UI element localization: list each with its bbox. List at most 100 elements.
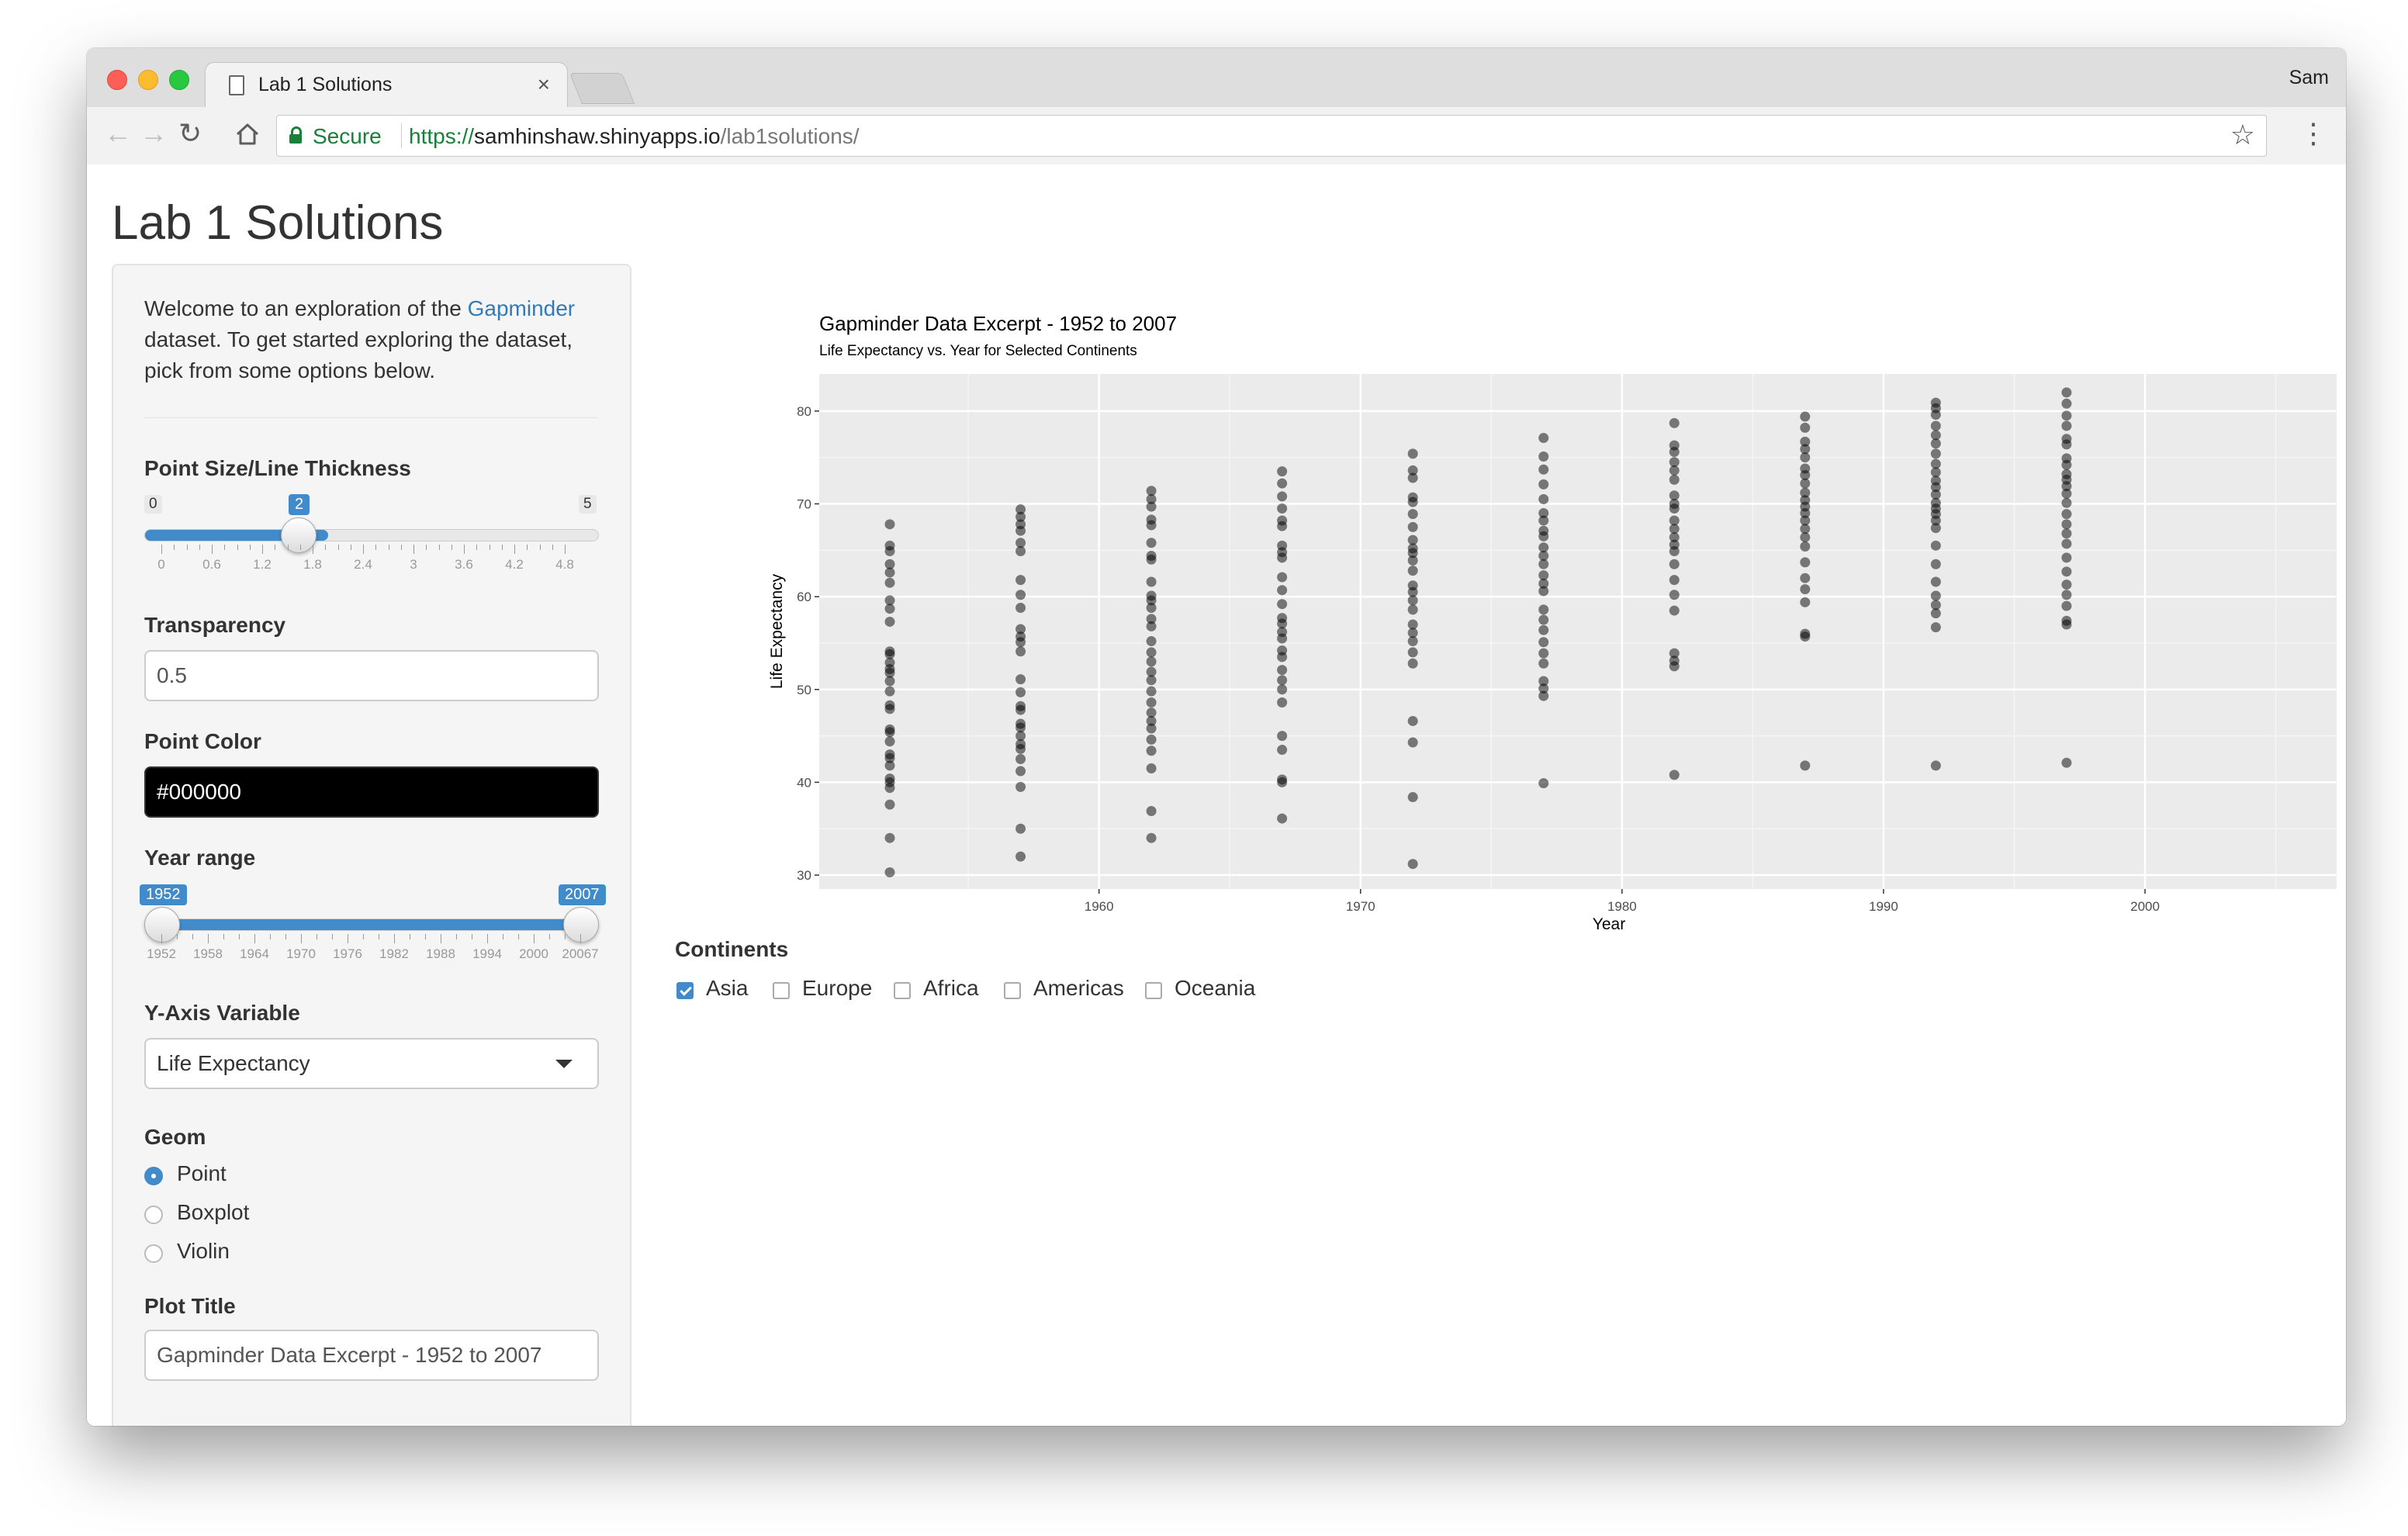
data-point xyxy=(1538,676,1549,687)
continent-label-europe[interactable]: Europe xyxy=(802,976,872,1001)
year-range-label: Year range xyxy=(144,846,256,870)
slider-tick-label: 1988 xyxy=(426,946,455,961)
continent-label-oceania[interactable]: Oceania xyxy=(1175,976,1255,1001)
continent-label-africa[interactable]: Africa xyxy=(923,976,979,1001)
x-tick-label: 1970 xyxy=(1346,899,1375,914)
point-size-slider[interactable] xyxy=(144,529,599,541)
data-point xyxy=(1930,760,1941,771)
geom-radio-violin[interactable] xyxy=(144,1244,163,1263)
data-point xyxy=(1538,614,1549,625)
forward-icon[interactable]: → xyxy=(140,118,168,149)
gapminder-link[interactable]: Gapminder xyxy=(468,296,576,320)
data-point xyxy=(1800,760,1811,771)
browser-tab[interactable]: Lab 1 Solutions × xyxy=(205,62,568,109)
y-axis-selected: Life Expectancy xyxy=(157,1051,310,1075)
x-tick-label: 1980 xyxy=(1607,899,1637,914)
data-point xyxy=(1146,590,1157,601)
data-point xyxy=(2061,566,2072,577)
year-range-start-handle[interactable] xyxy=(144,907,180,943)
scatter-chart: Gapminder Data Excerpt - 1952 to 2007 Li… xyxy=(768,312,2337,933)
page-title: Lab 1 Solutions xyxy=(112,196,444,250)
data-point xyxy=(884,700,895,711)
data-point xyxy=(1146,647,1157,658)
star-icon[interactable]: ☆ xyxy=(2230,119,2255,151)
continent-label-americas[interactable]: Americas xyxy=(1033,976,1124,1001)
data-point xyxy=(1277,515,1288,526)
close-window-button[interactable] xyxy=(107,70,127,90)
data-point xyxy=(1800,422,1811,433)
data-point xyxy=(2061,434,2072,445)
data-point xyxy=(1930,576,1941,587)
welcome-text: Welcome to an exploration of the Gapmind… xyxy=(144,293,602,386)
welcome-text-end: dataset. To get started exploring the da… xyxy=(144,327,573,382)
data-point xyxy=(1538,658,1549,669)
data-point xyxy=(884,646,895,657)
data-point xyxy=(1015,823,1026,834)
home-icon[interactable] xyxy=(234,121,261,147)
menu-icon[interactable]: ⋮ xyxy=(2299,118,2327,149)
minimize-window-button[interactable] xyxy=(138,70,158,90)
continent-checkbox-africa[interactable] xyxy=(894,982,911,999)
plot-title-input[interactable]: Gapminder Data Excerpt - 1952 to 2007 xyxy=(144,1330,599,1381)
slider-minor-tick xyxy=(476,545,478,550)
y-axis-label: Y-Axis Variable xyxy=(144,1001,300,1025)
data-point xyxy=(1538,624,1549,635)
continent-label-asia[interactable]: Asia xyxy=(706,976,748,1001)
slider-tick xyxy=(394,934,395,943)
data-point xyxy=(1277,585,1288,596)
data-point xyxy=(1015,646,1026,657)
data-point xyxy=(1930,458,1941,469)
data-point xyxy=(1407,604,1418,615)
reload-icon[interactable]: ↻ xyxy=(178,118,202,149)
new-tab-button[interactable] xyxy=(569,73,635,104)
slider-minor-tick xyxy=(299,545,301,550)
slider-tick-label: 1952 xyxy=(147,946,176,961)
profile-user-name[interactable]: Sam xyxy=(2289,67,2329,89)
slider-tick-label: 3 xyxy=(410,557,417,572)
continent-checkbox-oceania[interactable] xyxy=(1145,982,1162,999)
y-axis-label-chart: Life Expectancy xyxy=(768,573,786,689)
data-point xyxy=(884,616,895,627)
geom-label-boxplot[interactable]: Boxplot xyxy=(177,1200,249,1225)
sidebar-panel: Welcome to an exploration of the Gapmind… xyxy=(112,264,631,1426)
slider-minor-tick xyxy=(527,545,528,550)
x-tick-label: 2000 xyxy=(2130,899,2160,914)
back-icon[interactable]: ← xyxy=(104,118,132,149)
point-size-handle[interactable] xyxy=(281,517,317,553)
geom-radio-boxplot[interactable] xyxy=(144,1206,163,1224)
continent-checkbox-americas[interactable] xyxy=(1004,982,1021,999)
year-range-end-handle[interactable] xyxy=(563,907,599,943)
geom-label-point[interactable]: Point xyxy=(177,1161,227,1186)
slider-tick xyxy=(580,934,581,943)
slider-tick-label: 1994 xyxy=(472,946,502,961)
zoom-window-button[interactable] xyxy=(169,70,189,90)
data-point xyxy=(1669,457,1680,468)
data-point xyxy=(1538,525,1549,536)
data-point xyxy=(1015,687,1026,697)
slider-minor-tick xyxy=(426,545,427,550)
slider-minor-tick xyxy=(549,934,550,939)
url-text[interactable]: https://samhinshaw.shinyapps.io/lab1solu… xyxy=(409,124,860,149)
year-range-slider[interactable] xyxy=(144,918,599,931)
point-color-input[interactable]: #000000 xyxy=(144,766,599,818)
continent-checkbox-asia[interactable] xyxy=(676,982,694,999)
data-point xyxy=(1146,550,1157,561)
data-point xyxy=(1407,859,1418,870)
data-point xyxy=(2061,509,2072,520)
data-point xyxy=(1277,731,1288,742)
continent-checkbox-europe[interactable] xyxy=(773,982,790,999)
data-point xyxy=(884,577,895,588)
transparency-input[interactable]: 0.5 xyxy=(144,650,599,701)
geom-radio-point[interactable] xyxy=(144,1167,163,1185)
page-icon xyxy=(229,75,244,95)
tab-close-icon[interactable]: × xyxy=(538,72,550,97)
geom-label-violin[interactable]: Violin xyxy=(177,1239,230,1264)
data-point xyxy=(1277,466,1288,477)
data-point xyxy=(2061,757,2072,768)
address-bar[interactable]: Secure https://samhinshaw.shinyapps.io/l… xyxy=(276,115,2267,157)
x-tick-label: 1990 xyxy=(1869,899,1898,914)
data-point xyxy=(1669,490,1680,501)
data-point xyxy=(1538,451,1549,462)
data-point xyxy=(2061,615,2072,626)
y-axis-select[interactable]: Life Expectancy xyxy=(144,1038,599,1089)
